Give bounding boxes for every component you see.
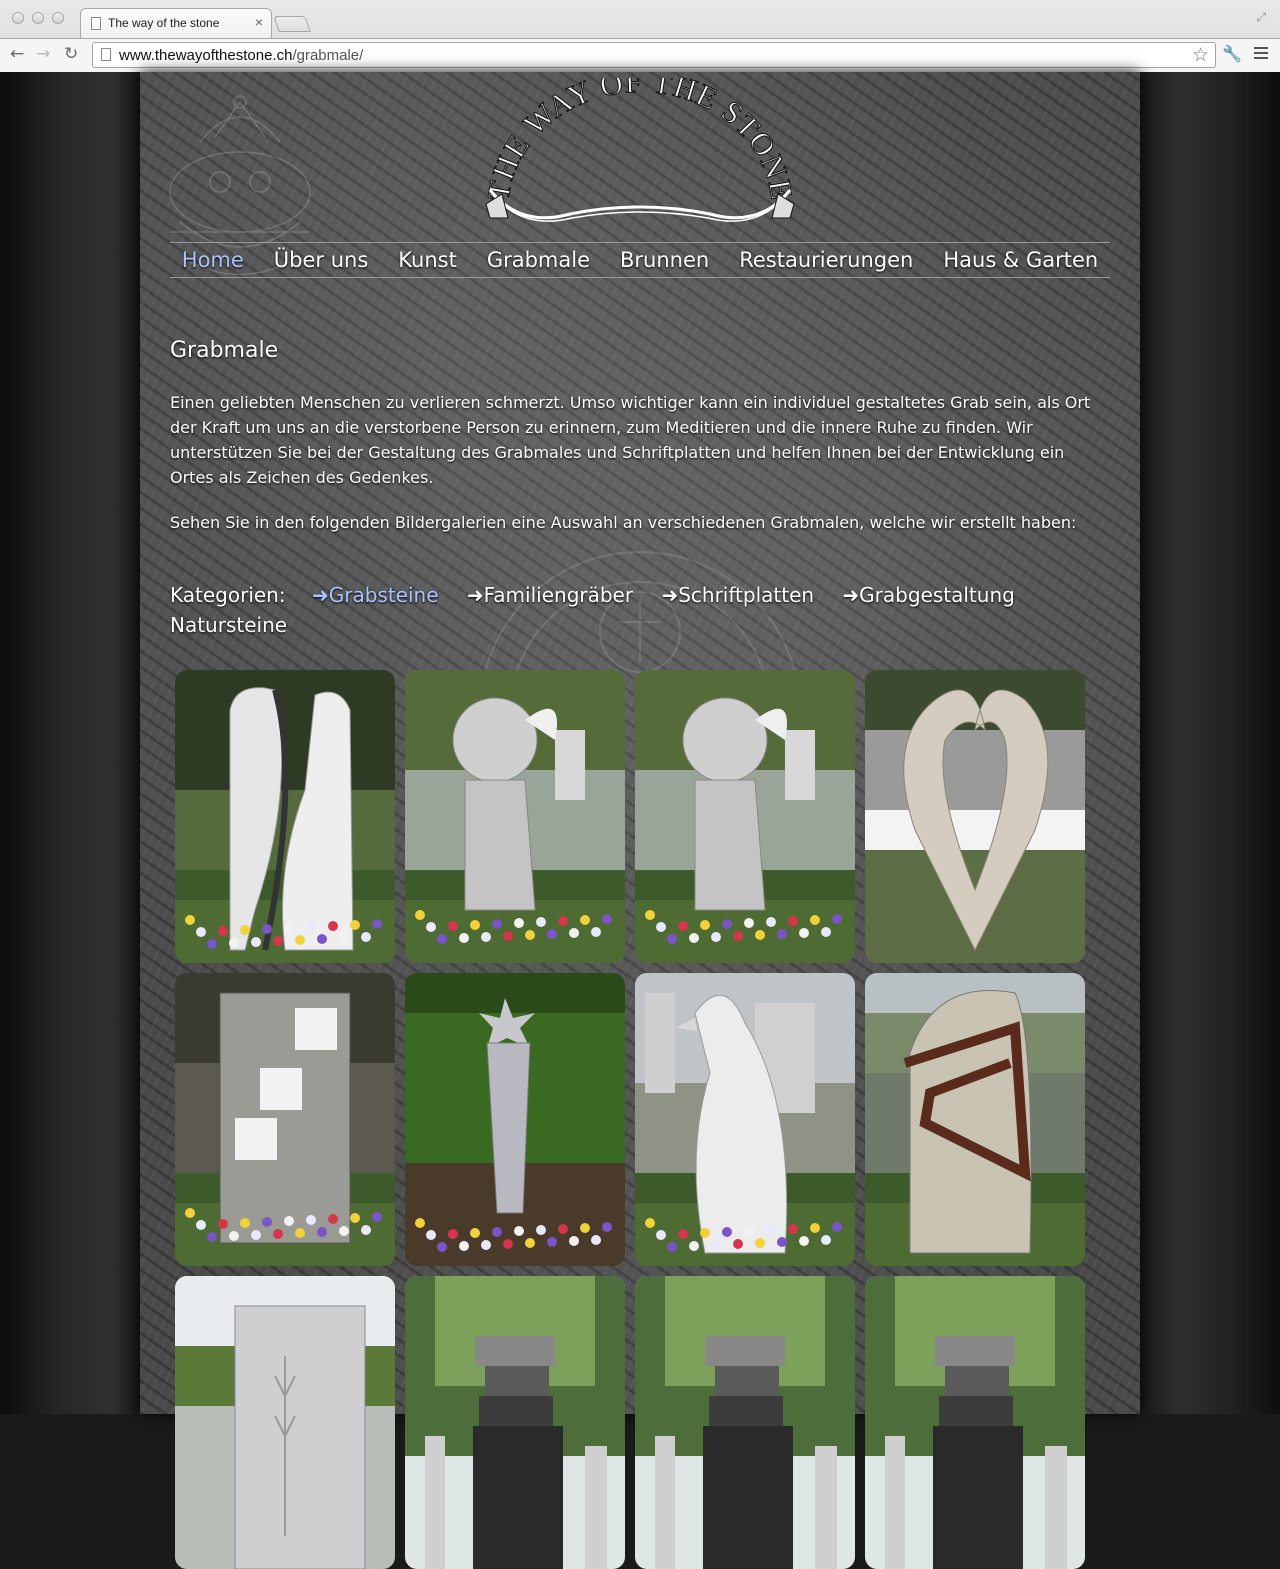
wrench-icon[interactable]: 🔧 <box>1222 44 1242 63</box>
gallery-thumbnail[interactable] <box>635 973 855 1266</box>
nav-item-home[interactable]: Home <box>182 248 244 272</box>
gallery-intro-text: Sehen Sie in den folgenden Bildergalerie… <box>170 513 1077 532</box>
minimize-window-button[interactable] <box>32 12 44 24</box>
forward-arrow-icon[interactable]: → <box>36 44 50 64</box>
category-grabgestaltung[interactable]: ➜Grabgestaltung <box>842 583 1014 607</box>
gallery-thumbnail[interactable] <box>635 1276 855 1569</box>
gallery-thumbnail[interactable] <box>865 670 1085 963</box>
url-domain: www.thewayofthestone.ch <box>119 47 293 64</box>
gravestone-photo <box>405 973 625 1266</box>
nav-item-restaurierungen[interactable]: Restaurierungen <box>739 248 913 272</box>
gallery-thumbnail[interactable] <box>865 973 1085 1266</box>
nav-item-haus-garten[interactable]: Haus & Garten <box>943 248 1098 272</box>
site-logo[interactable]: THE WAY OF THE STONE <box>480 78 800 230</box>
svg-text:THE WAY OF THE STONE: THE WAY OF THE STONE <box>480 78 799 203</box>
gravestone-photo <box>405 670 625 963</box>
browser-chrome: The way of the stone × ⤢ ← → ↻ www.thewa… <box>0 0 1280 72</box>
page-background: THE WAY OF THE STONE Home Über uns Kunst… <box>0 72 1280 1569</box>
gallery-thumbnail[interactable] <box>865 1276 1085 1569</box>
gallery-thumbnail[interactable] <box>405 1276 625 1569</box>
gravestone-photo <box>865 670 1085 963</box>
photo-gallery <box>175 670 1095 1569</box>
menu-icon[interactable] <box>1254 47 1268 62</box>
gravestone-photo <box>175 670 395 963</box>
category-label: Kategorien: <box>170 583 286 607</box>
category-natursteine[interactable]: Natursteine <box>170 613 287 637</box>
browser-toolbar: ← → ↻ www.thewayofthestone.ch/grabmale/ … <box>0 38 1280 72</box>
gravestone-photo <box>865 973 1085 1266</box>
gravestone-photo <box>175 973 395 1266</box>
page-icon <box>91 17 101 30</box>
page-title: Grabmale <box>170 338 279 363</box>
gallery-thumbnail[interactable] <box>405 973 625 1266</box>
new-tab-button[interactable] <box>273 16 311 32</box>
nav-item-grabmale[interactable]: Grabmale <box>487 248 590 272</box>
url-text: www.thewayofthestone.ch/grabmale/ <box>119 47 363 64</box>
bookmark-star-icon[interactable]: ☆ <box>1192 44 1209 66</box>
category-nav: Kategorien: ➜Grabsteine ➜Familiengräber … <box>170 580 1090 640</box>
gallery-thumbnail[interactable] <box>175 1276 395 1569</box>
nav-item-ueber-uns[interactable]: Über uns <box>274 248 369 272</box>
gravestone-photo <box>175 1276 395 1569</box>
page-icon <box>101 48 111 61</box>
fullscreen-icon[interactable]: ⤢ <box>1256 10 1266 25</box>
gallery-thumbnail[interactable] <box>635 670 855 963</box>
gravestone-photo <box>635 670 855 963</box>
nav-item-kunst[interactable]: Kunst <box>398 248 457 272</box>
main-nav: Home Über uns Kunst Grabmale Brunnen Res… <box>170 242 1110 278</box>
gravestone-photo <box>865 1276 1085 1569</box>
tab-title: The way of the stone <box>108 16 220 30</box>
back-arrow-icon[interactable]: ← <box>10 44 24 64</box>
category-grabsteine[interactable]: ➜Grabsteine <box>312 583 439 607</box>
close-window-button[interactable] <box>12 12 24 24</box>
gravestone-photo <box>635 973 855 1266</box>
gallery-thumbnail[interactable] <box>175 670 395 963</box>
gallery-thumbnail[interactable] <box>405 670 625 963</box>
category-schriftplatten[interactable]: ➜Schriftplatten <box>661 583 814 607</box>
url-path: /grabmale/ <box>292 47 364 64</box>
address-bar[interactable]: www.thewayofthestone.ch/grabmale/ ☆ <box>92 42 1216 68</box>
nav-item-brunnen[interactable]: Brunnen <box>620 248 709 272</box>
gravestone-photo <box>635 1276 855 1569</box>
browser-tab[interactable]: The way of the stone × <box>80 8 272 38</box>
category-familiengraeber[interactable]: ➜Familiengräber <box>467 583 633 607</box>
gravestone-photo <box>405 1276 625 1569</box>
zoom-window-button[interactable] <box>52 12 64 24</box>
window-controls <box>12 12 64 24</box>
close-tab-button[interactable]: × <box>255 14 263 30</box>
content-panel: THE WAY OF THE STONE Home Über uns Kunst… <box>140 72 1140 1569</box>
gallery-thumbnail[interactable] <box>175 973 395 1266</box>
intro-text: Einen geliebten Menschen zu verlieren sc… <box>170 393 1091 487</box>
reload-icon[interactable]: ↻ <box>64 44 78 64</box>
